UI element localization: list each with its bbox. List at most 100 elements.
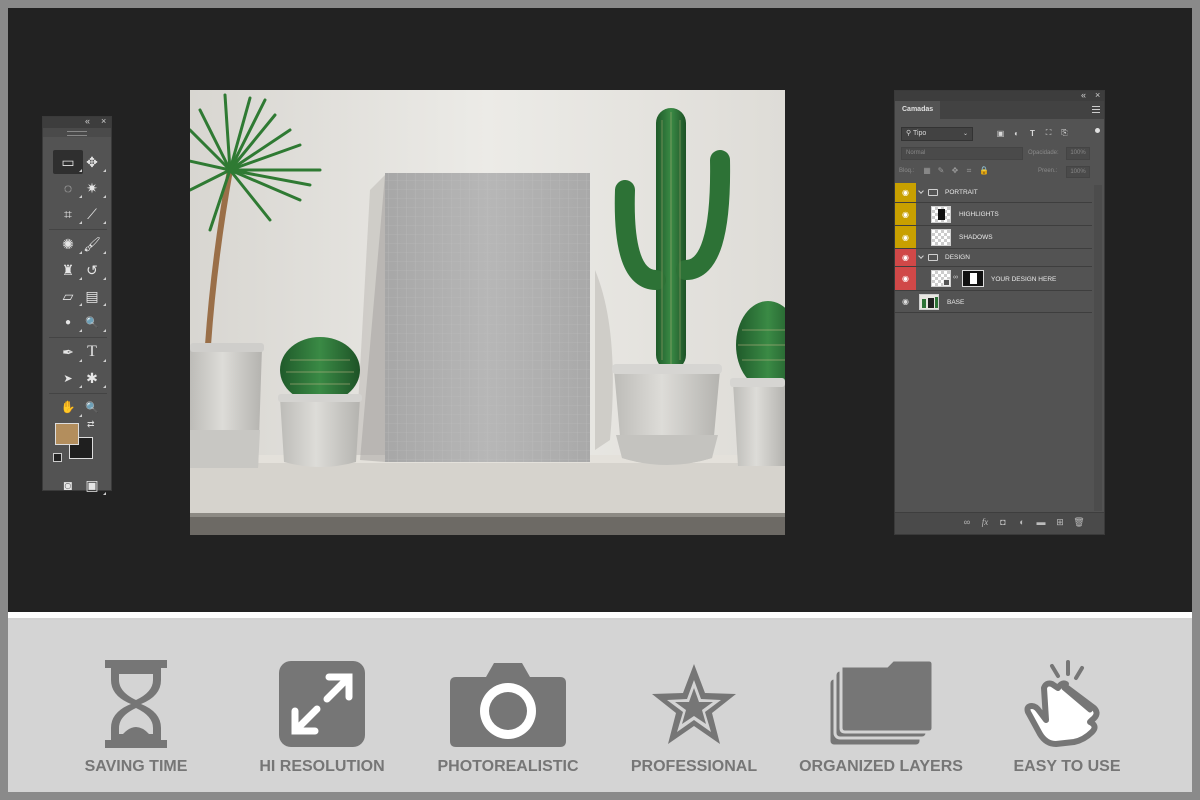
trash-icon[interactable]: 🗑	[1073, 517, 1085, 528]
tools-separator	[49, 337, 107, 338]
close-icon[interactable]: ×	[1095, 90, 1100, 100]
layer-name: DESIGN	[945, 254, 970, 261]
visibility-toggle[interactable]: ◉	[895, 291, 916, 312]
layer-row-shadows[interactable]: ◉ SHADOWS	[895, 226, 1092, 249]
layer-row-your-design-here[interactable]: ◉ ∞ YOUR DESIGN HERE	[895, 267, 1092, 291]
swap-colors-icon[interactable]: ⇄	[87, 419, 95, 430]
hand-icon: ✋	[60, 400, 76, 414]
brush-tool[interactable]: 🖌	[77, 232, 107, 256]
link-layers-icon[interactable]: ∞	[961, 517, 973, 527]
zoom-tool[interactable]: 🔍	[77, 395, 107, 419]
path-selection-icon: ➤	[63, 372, 73, 385]
clone-stamp-icon: ♜	[61, 261, 75, 278]
eye-icon: ◉	[902, 209, 909, 219]
type-icon: T	[87, 343, 97, 360]
visibility-toggle[interactable]: ◉	[895, 203, 916, 225]
layer-name: PORTRAIT	[945, 189, 978, 196]
layer-thumbnail	[931, 229, 951, 246]
quick-mask-icon: ◙	[63, 477, 73, 493]
pen-icon: ✒	[62, 343, 74, 360]
layers-bottom-toolbar: ∞ fx ◘ ◐ ▬ ⊞ 🗑	[895, 512, 1104, 534]
feature-organized-layers: ORGANIZED LAYERS	[791, 652, 971, 782]
filter-label: Tipo	[912, 130, 927, 137]
type-tool[interactable]: T	[77, 340, 107, 364]
layer-name: HIGHLIGHTS	[959, 211, 999, 218]
collapse-icon[interactable]: «	[1081, 90, 1086, 100]
screen-mode-tool[interactable]: ▣	[77, 473, 107, 497]
magic-wand-tool[interactable]: ✷	[77, 176, 107, 200]
move-tool[interactable]: ✥	[77, 150, 107, 174]
tap-hand-icon	[1017, 658, 1117, 750]
dodge-tool[interactable]: 🔍	[77, 310, 107, 334]
mockup-photo	[190, 90, 785, 535]
lock-transparency-icon[interactable]: ▦	[923, 166, 931, 176]
tools-panel: « × ▭ ✥ ◌ ✷ ⌗ ⟋ ✺ 🖌 ♜ ↺ ▱ ▤ ● 🔍 ✒ T ➤ ✱ …	[42, 116, 112, 495]
new-layer-icon[interactable]: ⊞	[1054, 517, 1066, 528]
close-icon[interactable]: ×	[101, 116, 106, 127]
feature-professional: PROFESSIONAL	[604, 652, 784, 782]
adjustment-filter-icon[interactable]: ◐	[1011, 127, 1022, 139]
layer-mask-thumbnail[interactable]	[962, 270, 984, 287]
spot-healing-icon: ✺	[62, 235, 74, 252]
shape-filter-icon[interactable]: ⛶	[1043, 127, 1054, 139]
feature-hi-resolution: HI RESOLUTION	[232, 652, 412, 782]
visibility-toggle[interactable]: ◉	[895, 183, 916, 202]
blend-mode-select[interactable]: Normal	[901, 147, 1023, 160]
chevron-down-icon[interactable]	[918, 253, 924, 259]
camera-icon	[438, 658, 578, 750]
lock-position-icon[interactable]: ✥	[951, 166, 959, 176]
layer-row-highlights[interactable]: ◉ HIGHLIGHTS	[895, 203, 1092, 226]
history-brush-tool[interactable]: ↺	[77, 258, 107, 282]
panel-grip[interactable]	[43, 128, 111, 137]
shape-icon: ✱	[86, 369, 98, 386]
tools-panel-header[interactable]: « ×	[43, 116, 111, 128]
panel-menu-icon[interactable]	[1092, 106, 1100, 113]
adjustment-layer-icon[interactable]: ◐	[1016, 517, 1028, 527]
layer-row-portrait[interactable]: ◉ PORTRAIT	[895, 183, 1092, 203]
default-colors-icon[interactable]	[53, 453, 62, 462]
lock-artboard-icon[interactable]: ⌗	[965, 166, 973, 176]
shape-tool[interactable]: ✱	[77, 366, 107, 390]
eyedropper-tool[interactable]: ⟋	[77, 202, 107, 226]
opacity-field[interactable]: 100%	[1066, 147, 1090, 160]
layer-row-design[interactable]: ◉ DESIGN	[895, 249, 1092, 267]
gradient-tool[interactable]: ▤	[77, 284, 107, 308]
search-icon: ⚲	[906, 130, 912, 137]
collapse-icon[interactable]: «	[85, 116, 90, 127]
chevron-down-icon[interactable]	[918, 188, 924, 194]
layers-panel-header[interactable]: « ×	[895, 90, 1104, 101]
lock-label: Bloq.:	[899, 168, 915, 174]
visibility-toggle[interactable]: ◉	[895, 226, 916, 248]
lock-pixels-icon[interactable]: ✎	[937, 166, 945, 176]
new-group-icon[interactable]: ▬	[1035, 517, 1047, 527]
foreground-color-swatch[interactable]	[55, 423, 79, 445]
eye-icon: ◉	[902, 297, 909, 306]
layer-row-base[interactable]: ◉ BASE	[895, 291, 1092, 313]
tools-separator	[49, 393, 107, 394]
lock-all-icon[interactable]: 🔒	[979, 166, 989, 176]
layer-thumbnail	[931, 206, 951, 223]
history-brush-icon: ↺	[86, 261, 98, 278]
document-canvas[interactable]	[190, 90, 785, 535]
smart-object-filter-icon[interactable]: ⎘	[1059, 127, 1070, 139]
fill-field[interactable]: 100%	[1066, 166, 1090, 178]
feature-easy-to-use: EASY TO USE	[977, 652, 1157, 782]
eraser-icon: ▱	[62, 287, 74, 304]
visibility-toggle[interactable]: ◉	[895, 249, 916, 266]
visibility-toggle[interactable]: ◉	[895, 267, 916, 290]
star-icon	[644, 658, 744, 750]
layers-scrollbar[interactable]	[1094, 185, 1102, 511]
type-filter-icon[interactable]: T	[1027, 127, 1038, 139]
dodge-icon: 🔍	[85, 316, 99, 329]
filter-toggle-icon[interactable]	[1095, 128, 1100, 133]
feature-label: SAVING TIME	[84, 758, 188, 775]
fx-icon[interactable]: fx	[979, 517, 991, 527]
panel-tabs: Camadas	[895, 101, 1104, 119]
pixel-filter-icon[interactable]: ▣	[995, 127, 1006, 139]
chevron-down-icon: ⌄	[962, 131, 968, 137]
add-mask-icon[interactable]: ◘	[997, 517, 1009, 527]
tab-layers[interactable]: Camadas	[895, 101, 941, 119]
feature-photorealistic: PHOTOREALISTIC	[418, 652, 598, 782]
layer-thumbnail	[919, 294, 939, 310]
layer-filter-select[interactable]: ⚲ Tipo ⌄	[901, 127, 973, 141]
